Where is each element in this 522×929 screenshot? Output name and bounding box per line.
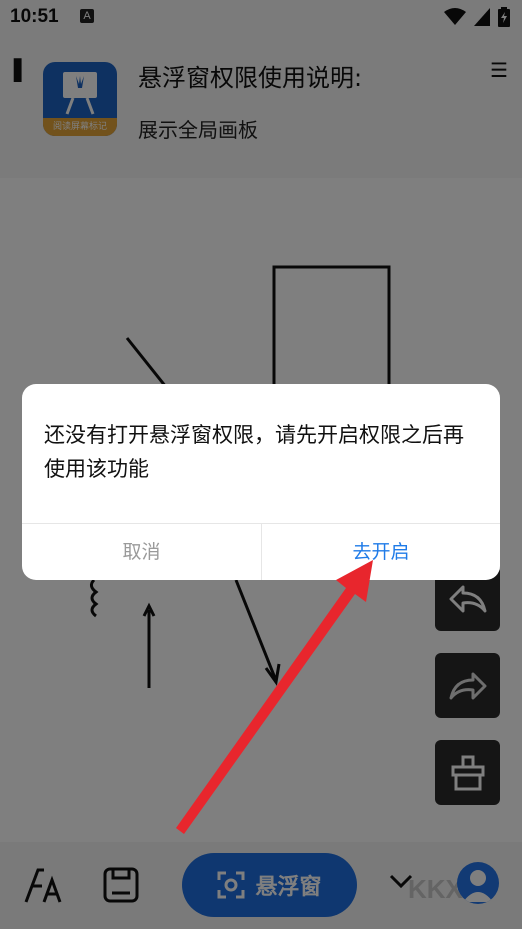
annotation-arrow (176, 560, 373, 834)
